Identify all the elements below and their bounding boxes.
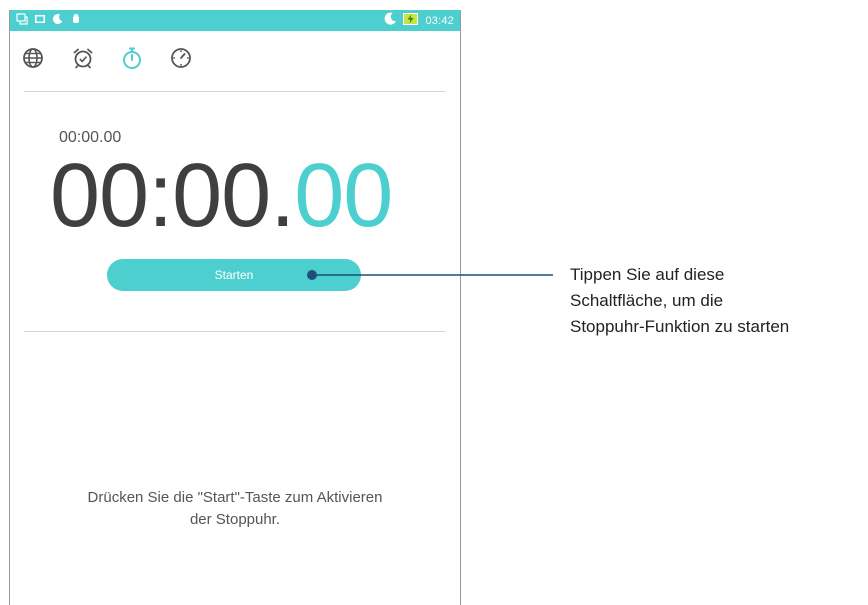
status-bar-left-icons bbox=[16, 12, 82, 30]
tab-stopwatch[interactable] bbox=[118, 46, 146, 74]
do-not-disturb-icon bbox=[52, 12, 64, 30]
callout-annotation: Tippen Sie auf diese Schaltfläche, um di… bbox=[570, 262, 868, 340]
start-button[interactable]: Starten bbox=[107, 259, 361, 291]
callout-line-2: Schaltfläche, um die bbox=[570, 291, 724, 310]
callout-line-3: Stoppuhr-Funktion zu starten bbox=[570, 317, 790, 336]
battery-charging-icon bbox=[403, 12, 419, 30]
globe-icon bbox=[22, 47, 44, 74]
tab-world-clock[interactable] bbox=[19, 46, 47, 74]
phone-screen: 03:42 00:00.00 00:00.00 Starten Drücken … bbox=[9, 10, 461, 605]
night-mode-icon bbox=[384, 12, 397, 30]
hint-line-1: Drücken Sie die "Start"-Taste zum Aktivi… bbox=[87, 489, 383, 506]
tab-divider bbox=[24, 91, 446, 92]
section-divider bbox=[24, 331, 446, 332]
start-button-label: Starten bbox=[214, 268, 254, 282]
stopwatch-hint: Drücken Sie die "Start"-Taste zum Aktivi… bbox=[30, 487, 440, 531]
alarm-clock-icon bbox=[72, 47, 94, 74]
clock-tabs bbox=[10, 40, 460, 82]
timer-icon bbox=[170, 47, 192, 74]
callout-line-1: Tippen Sie auf diese bbox=[570, 265, 725, 284]
status-bar-time: 03:42 bbox=[425, 14, 454, 27]
tab-timer[interactable] bbox=[167, 46, 195, 74]
stopwatch-main-digits: 00:00. bbox=[50, 146, 295, 246]
notification-icon bbox=[16, 12, 28, 30]
tab-alarm[interactable] bbox=[69, 46, 97, 74]
stopwatch-icon bbox=[121, 46, 143, 75]
stopwatch-display: 00:00.00 bbox=[50, 136, 393, 256]
status-bar-right: 03:42 bbox=[384, 12, 454, 29]
status-bar: 03:42 bbox=[10, 10, 460, 31]
gallery-icon bbox=[34, 12, 46, 30]
stage: 03:42 00:00.00 00:00.00 Starten Drücken … bbox=[0, 0, 868, 605]
stopwatch-hundredths: 00 bbox=[294, 146, 393, 246]
android-icon bbox=[70, 12, 82, 30]
hint-line-2: der Stoppuhr. bbox=[189, 511, 281, 528]
